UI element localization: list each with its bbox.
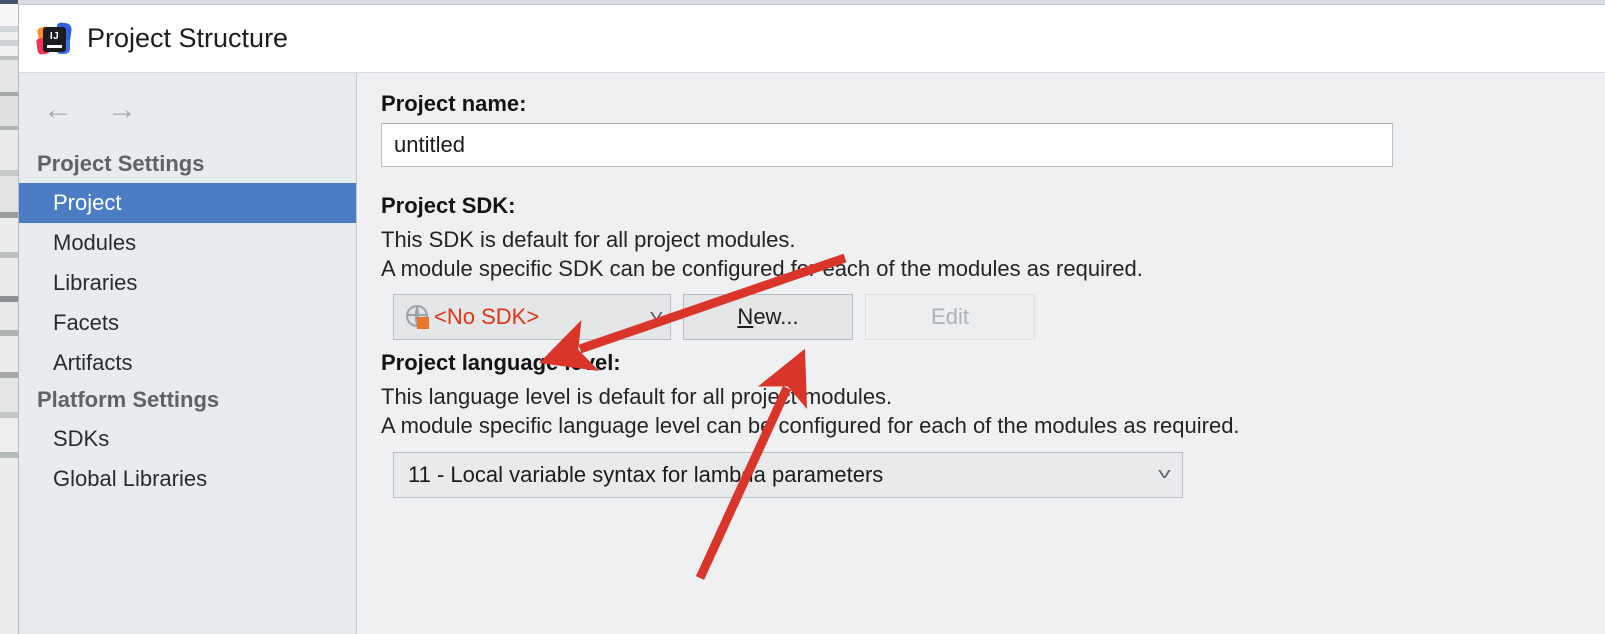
project-sdk-value: <No SDK> [434, 303, 540, 329]
sidebar-item-sdks[interactable]: SDKs [19, 419, 356, 459]
chevron-down-icon: ˅ [1157, 465, 1172, 484]
edit-sdk-button: Edit [865, 293, 1035, 340]
project-sdk-controls: <No SDK> ˅ New... Edit [393, 293, 1605, 340]
dialog-titlebar: IJ Project Structure [19, 5, 1605, 73]
arrow-right-icon[interactable]: → [107, 95, 137, 147]
arrow-left-icon[interactable]: ← [43, 95, 73, 147]
sidebar-group-project-settings: Project Settings [37, 151, 205, 176]
new-button-mnemonic: N [737, 303, 754, 329]
project-language-level-description-line1: This language level is default for all p… [381, 383, 893, 409]
project-structure-dialog: IJ Project Structure ← → Project Setting… [18, 4, 1605, 634]
project-name-input[interactable]: untitled [381, 123, 1393, 167]
project-language-level-description-line2: A module specific language level can be … [381, 412, 1240, 438]
sidebar-item-artifacts[interactable]: Artifacts [19, 343, 356, 383]
project-language-level-value: 11 - Local variable syntax for lambda pa… [408, 462, 884, 487]
project-name-label: Project name: [381, 91, 527, 116]
sidebar-item-modules[interactable]: Modules [19, 223, 356, 263]
project-sdk-dropdown[interactable]: <No SDK> ˅ [393, 293, 671, 340]
project-language-level-dropdown[interactable]: 11 - Local variable syntax for lambda pa… [393, 452, 1183, 498]
sidebar-item-facets[interactable]: Facets [19, 303, 356, 343]
chevron-down-icon: ˅ [649, 306, 664, 326]
edit-button-label: Edit [931, 303, 969, 329]
project-sdk-label: Project SDK: [381, 193, 516, 218]
sidebar-group-platform-settings: Platform Settings [37, 387, 220, 412]
project-language-level-label: Project language level: [381, 349, 621, 375]
project-settings-panel: Project name: untitled Project SDK: This… [357, 73, 1605, 634]
screen: IJ Project Structure ← → Project Setting… [0, 0, 1605, 634]
project-sdk-description-line2: A module specific SDK can be configured … [381, 256, 1143, 282]
project-sdk-description-line1: This SDK is default for all project modu… [381, 227, 796, 252]
sidebar-item-libraries[interactable]: Libraries [19, 263, 356, 303]
sidebar-item-global-libraries[interactable]: Global Libraries [19, 459, 356, 499]
sidebar-item-project[interactable]: Project [19, 183, 356, 223]
new-button-label-rest: ew... [753, 303, 799, 329]
background-desktop-strip [0, 0, 18, 634]
nav-arrows: ← → [19, 73, 356, 147]
globe-with-badge-icon [406, 304, 430, 329]
settings-sidebar: ← → Project Settings Project Modules Lib… [19, 73, 357, 634]
new-sdk-button[interactable]: New... [683, 293, 853, 340]
intellij-idea-icon: IJ [35, 21, 73, 56]
dialog-title: Project Structure [87, 23, 289, 53]
